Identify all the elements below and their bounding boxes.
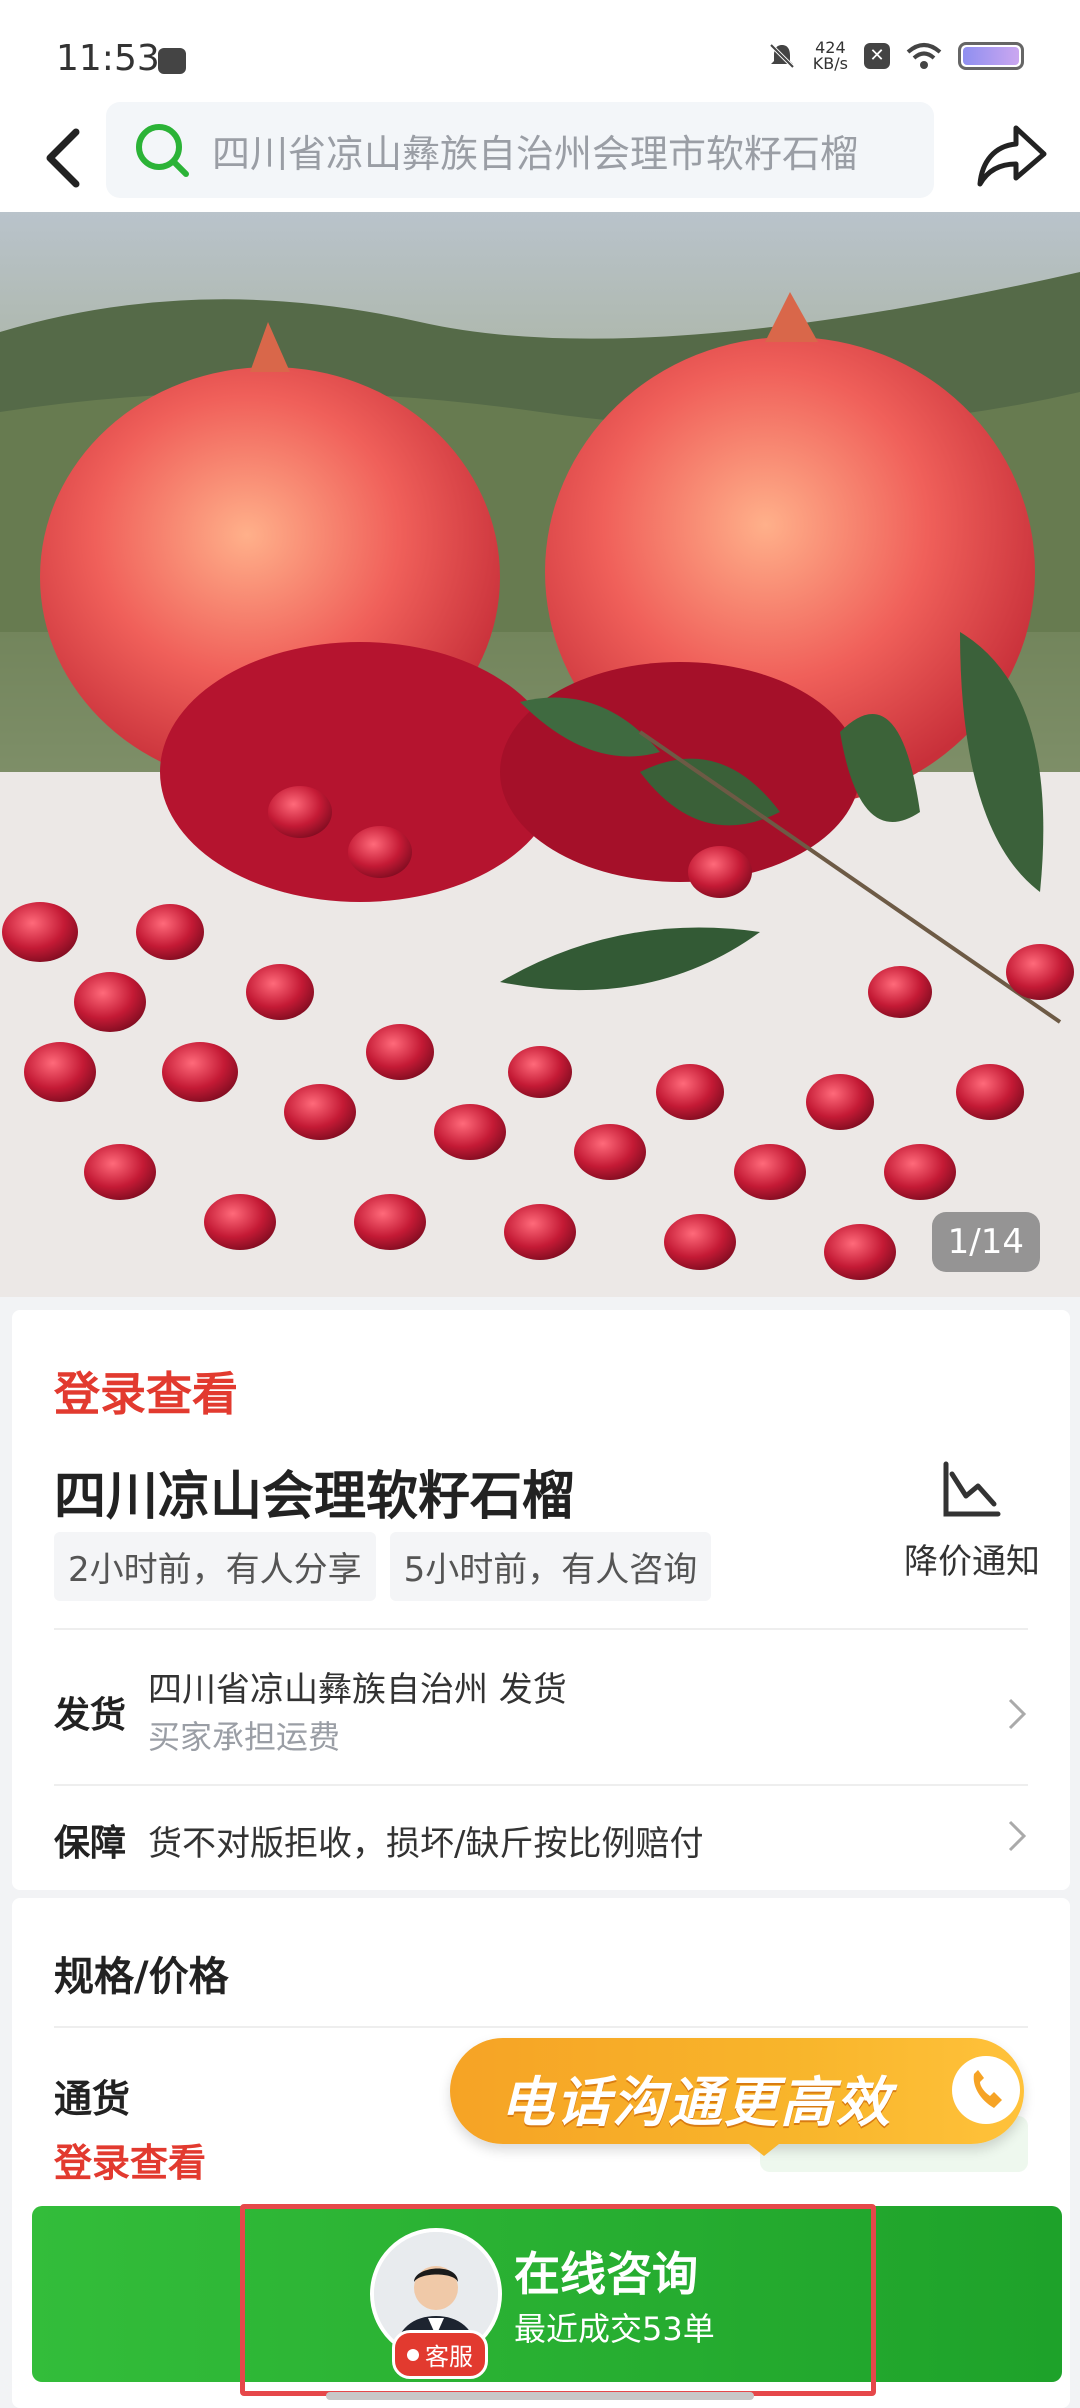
mute-bell-icon [769, 43, 795, 69]
activity-tag: 5小时前，有人咨询 [389, 1532, 712, 1601]
message-icon [158, 48, 186, 74]
shipping-origin: 四川省凉山彝族自治州 发货 [148, 1670, 567, 1710]
nav-bar: 四川省凉山彝族自治州会理市软籽石榴 [0, 100, 1080, 212]
product-image-carousel[interactable]: 1/14 [0, 212, 1080, 1297]
image-counter: 1/14 [931, 1212, 1040, 1272]
spec-title: 规格/价格 [54, 1954, 229, 2000]
net-speed: 424 KB/s [813, 40, 848, 72]
back-arrow-icon[interactable] [30, 118, 110, 198]
guarantee-label: 保障 [54, 1823, 127, 1864]
search-icon [136, 124, 189, 177]
phone-consult-banner[interactable]: 电话沟通更高效 [450, 2038, 1024, 2144]
status-icons: 424 KB/s ✕ [767, 40, 1024, 72]
price-alert-button[interactable]: 降价通知 [892, 1460, 1052, 1583]
divider [54, 1628, 1028, 1630]
online-dot-icon [407, 2348, 419, 2361]
status-bar: 11:53 424 KB/s ✕ [0, 0, 1080, 100]
activity-tag: 2小时前，有人分享 [54, 1532, 376, 1601]
share-icon[interactable] [972, 116, 1052, 196]
status-time: 11:53 [56, 38, 160, 79]
wifi-icon [906, 43, 942, 69]
guarantee-text: 货不对版拒收，损坏/缺斤按比例赔付 [148, 1824, 704, 1864]
chevron-right-icon [1008, 1698, 1027, 1730]
variant-name[interactable]: 通货 [54, 2068, 130, 2123]
home-indicator[interactable] [326, 2392, 754, 2400]
search-text: 四川省凉山彝族自治州会理市软籽石榴 [212, 131, 859, 176]
price-alert-label: 降价通知 [904, 1542, 1040, 1582]
product-photo [0, 272, 1080, 1297]
consult-sales-count: 最近成交53单 [514, 2310, 715, 2348]
battery-fill [963, 47, 1019, 65]
activity-tags: 2小时前，有人分享 5小时前，有人咨询 [54, 1532, 712, 1601]
service-badge: 客服 [392, 2330, 488, 2379]
search-input[interactable]: 四川省凉山彝族自治州会理市软籽石榴 [106, 102, 934, 198]
phone-banner-text: 电话沟通更高效 [500, 2071, 892, 2134]
product-info-card: 登录查看 四川凉山会理软籽石榴 2小时前，有人分享 5小时前，有人咨询 降价通知… [12, 1310, 1070, 1890]
product-title: 四川凉山会理软籽石榴 [54, 1467, 575, 1527]
notification-x-icon: ✕ [864, 43, 890, 69]
banner-pointer [744, 2140, 784, 2156]
variant-price-login[interactable]: 登录查看 [54, 2132, 206, 2187]
chevron-right-icon [1008, 1820, 1027, 1852]
phone-icon [952, 2056, 1020, 2124]
price-login-prompt[interactable]: 登录查看 [54, 1358, 238, 1424]
shipping-label: 发货 [54, 1695, 127, 1736]
shipping-fee-note: 买家承担运费 [148, 1718, 341, 1756]
net-speed-unit: KB/s [812, 54, 848, 73]
service-badge-label: 客服 [425, 2343, 473, 2371]
divider [54, 1784, 1028, 1786]
battery-icon [958, 42, 1024, 70]
divider [54, 2026, 1028, 2028]
price-trend-icon [943, 1461, 1001, 1517]
consult-title: 在线咨询 [514, 2247, 698, 2301]
